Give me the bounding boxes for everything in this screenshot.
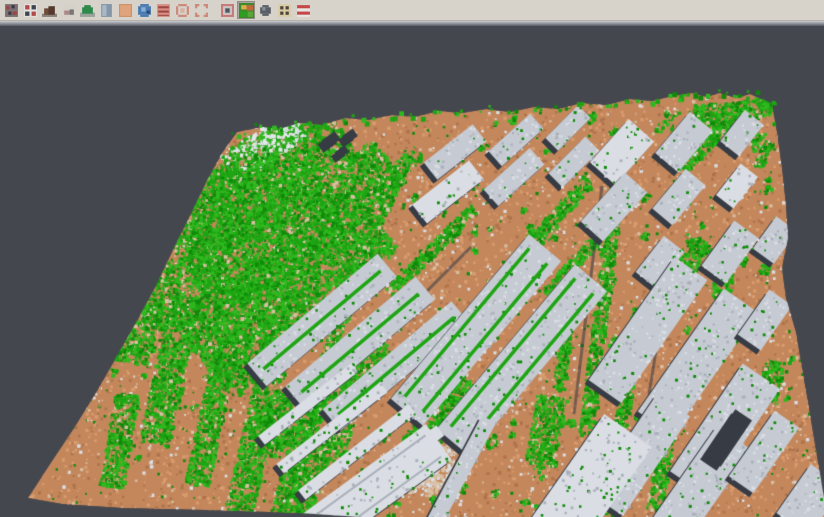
transform-points-icon xyxy=(23,3,38,18)
flag-stripes-icon[interactable] xyxy=(294,1,312,19)
clip-box-icon[interactable] xyxy=(218,1,236,19)
control-points-icon xyxy=(277,3,292,18)
viewport-3d-point-cloud[interactable] xyxy=(0,26,824,517)
transform-points-icon[interactable] xyxy=(21,1,39,19)
mountain-view-icon xyxy=(42,3,57,18)
section-view-icon[interactable] xyxy=(97,1,115,19)
terrain-model-icon xyxy=(80,3,95,18)
toolbar xyxy=(0,0,824,21)
point-cloud-icon xyxy=(4,3,19,18)
profile-icon xyxy=(61,3,76,18)
layers-hatch-icon[interactable] xyxy=(154,1,172,19)
circle-select-icon[interactable] xyxy=(173,1,191,19)
orthophoto-icon xyxy=(118,3,133,18)
profile-icon[interactable] xyxy=(59,1,77,19)
extent-select-icon[interactable] xyxy=(192,1,210,19)
sphere-view-icon xyxy=(258,3,273,18)
point-cloud-icon[interactable] xyxy=(2,1,20,19)
classification-view-icon xyxy=(239,3,254,18)
globe-icon[interactable] xyxy=(135,1,153,19)
circle-select-icon xyxy=(175,3,190,18)
control-points-icon[interactable] xyxy=(275,1,293,19)
clip-box-icon xyxy=(220,3,235,18)
application-window xyxy=(0,0,824,517)
terrain-model-icon[interactable] xyxy=(78,1,96,19)
mountain-view-icon[interactable] xyxy=(40,1,58,19)
classification-view-icon[interactable] xyxy=(237,1,255,19)
sphere-view-icon[interactable] xyxy=(256,1,274,19)
orthophoto-icon[interactable] xyxy=(116,1,134,19)
layers-hatch-icon xyxy=(156,3,171,18)
flag-stripes-icon xyxy=(296,3,311,18)
extent-select-icon xyxy=(194,3,209,18)
section-view-icon xyxy=(99,3,114,18)
globe-icon xyxy=(137,3,152,18)
